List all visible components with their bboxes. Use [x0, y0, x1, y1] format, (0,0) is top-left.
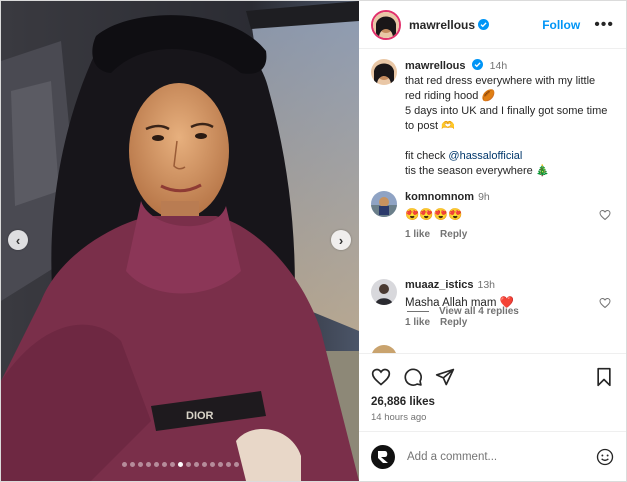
more-options-button[interactable]: ••• [594, 16, 614, 32]
caption-author-avatar[interactable] [371, 59, 397, 85]
carousel-dot [217, 462, 223, 467]
caption: mawrellous 14h that red dress everywhere… [371, 59, 611, 179]
instagram-post: DIOR ‹ › mawrellous Follow ••• mawrellou… [0, 0, 627, 482]
comments-section[interactable]: mawrellous 14h that red dress everywhere… [359, 49, 626, 354]
comment-likes[interactable]: 1 like [405, 229, 430, 240]
like-heart-icon[interactable] [371, 367, 391, 387]
carousel-dot [177, 462, 183, 467]
selfie-photo: DIOR [1, 1, 359, 481]
comment-text: Masha Allah mam ❤️ [405, 297, 514, 309]
commenter-username[interactable]: muaaz_istics [405, 279, 473, 291]
comment-like-heart-icon[interactable] [599, 297, 611, 309]
comment-text: 😍😍😍😍 [405, 209, 463, 221]
carousel-dot [145, 462, 151, 467]
caption-username[interactable]: mawrellous [405, 60, 466, 72]
carousel-dot [225, 462, 231, 467]
post-header: mawrellous Follow ••• [359, 1, 626, 49]
caption-line-3: fit check @hassalofficial [405, 149, 611, 164]
comment-time[interactable]: 13h [477, 279, 495, 291]
comment-composer [359, 431, 626, 481]
viewer-avatar [371, 444, 395, 469]
comment-body: komnomnom 9h 😍😍😍😍 1 like Reply [405, 191, 611, 240]
caption-line-2: 5 days into UK and I finally got some ti… [405, 105, 608, 132]
commenter-avatar[interactable] [371, 191, 397, 217]
comment-like-heart-icon[interactable] [599, 209, 611, 221]
reply-button[interactable]: Reply [440, 229, 467, 240]
partial-commenter-avatar[interactable] [371, 345, 397, 353]
comment-bubble-icon[interactable] [403, 367, 423, 387]
share-paper-plane-icon[interactable] [435, 367, 455, 387]
action-bar [359, 362, 626, 392]
carousel-dot [137, 462, 143, 467]
author-avatar[interactable] [371, 9, 401, 40]
next-slide-button[interactable]: › [331, 230, 351, 250]
carousel-indicator [1, 462, 359, 467]
add-comment-input[interactable] [405, 449, 589, 464]
caption-line-1: that red dress everywhere with my little… [405, 75, 596, 102]
caption-time[interactable]: 14h [490, 60, 508, 72]
caption-line-4: tis the season everywhere 🎄 [405, 165, 550, 177]
commenter-avatar[interactable] [371, 279, 397, 305]
post-side-panel: mawrellous Follow ••• mawrellous 14h tha… [359, 1, 626, 481]
emoji-picker-icon[interactable] [596, 448, 614, 466]
like-count[interactable]: 26,886 likes [359, 396, 626, 408]
verified-badge-icon [478, 19, 490, 30]
svg-text:DIOR: DIOR [186, 410, 214, 422]
carousel-dot [121, 462, 127, 467]
post-media[interactable]: DIOR ‹ › [1, 1, 359, 481]
carousel-dot [201, 462, 207, 467]
post-timestamp[interactable]: 14 hours ago [359, 412, 626, 423]
caption-mention-link[interactable]: @hassalofficial [448, 150, 522, 162]
comment-item: muaaz_istics 13h Masha Allah mam ❤️ 1 lik… [371, 279, 611, 328]
carousel-dot [233, 462, 239, 467]
comment-likes[interactable]: 1 like [405, 317, 430, 328]
caption-verified-badge-icon [471, 59, 483, 70]
follow-button[interactable]: Follow [542, 18, 580, 32]
caption-body: mawrellous 14h that red dress everywhere… [405, 59, 611, 179]
comment-item: komnomnom 9h 😍😍😍😍 1 like Reply [371, 191, 611, 240]
carousel-dot [185, 462, 191, 467]
commenter-username[interactable]: komnomnom [405, 191, 474, 203]
comment-time[interactable]: 9h [478, 191, 490, 203]
comment-body: muaaz_istics 13h Masha Allah mam ❤️ 1 lik… [405, 279, 611, 328]
reply-button[interactable]: Reply [440, 317, 467, 328]
carousel-dot [209, 462, 215, 467]
comment-meta: 1 like Reply [405, 229, 611, 240]
carousel-dot [153, 462, 159, 467]
previous-slide-button[interactable]: ‹ [8, 230, 28, 250]
carousel-dot [129, 462, 135, 467]
caption-fit-check: fit check [405, 150, 449, 162]
save-bookmark-icon[interactable] [594, 367, 614, 387]
carousel-dot [161, 462, 167, 467]
carousel-dot [169, 462, 175, 467]
comment-meta: 1 like Reply [405, 317, 611, 328]
author-username[interactable]: mawrellous [409, 18, 475, 32]
carousel-dot [193, 462, 199, 467]
